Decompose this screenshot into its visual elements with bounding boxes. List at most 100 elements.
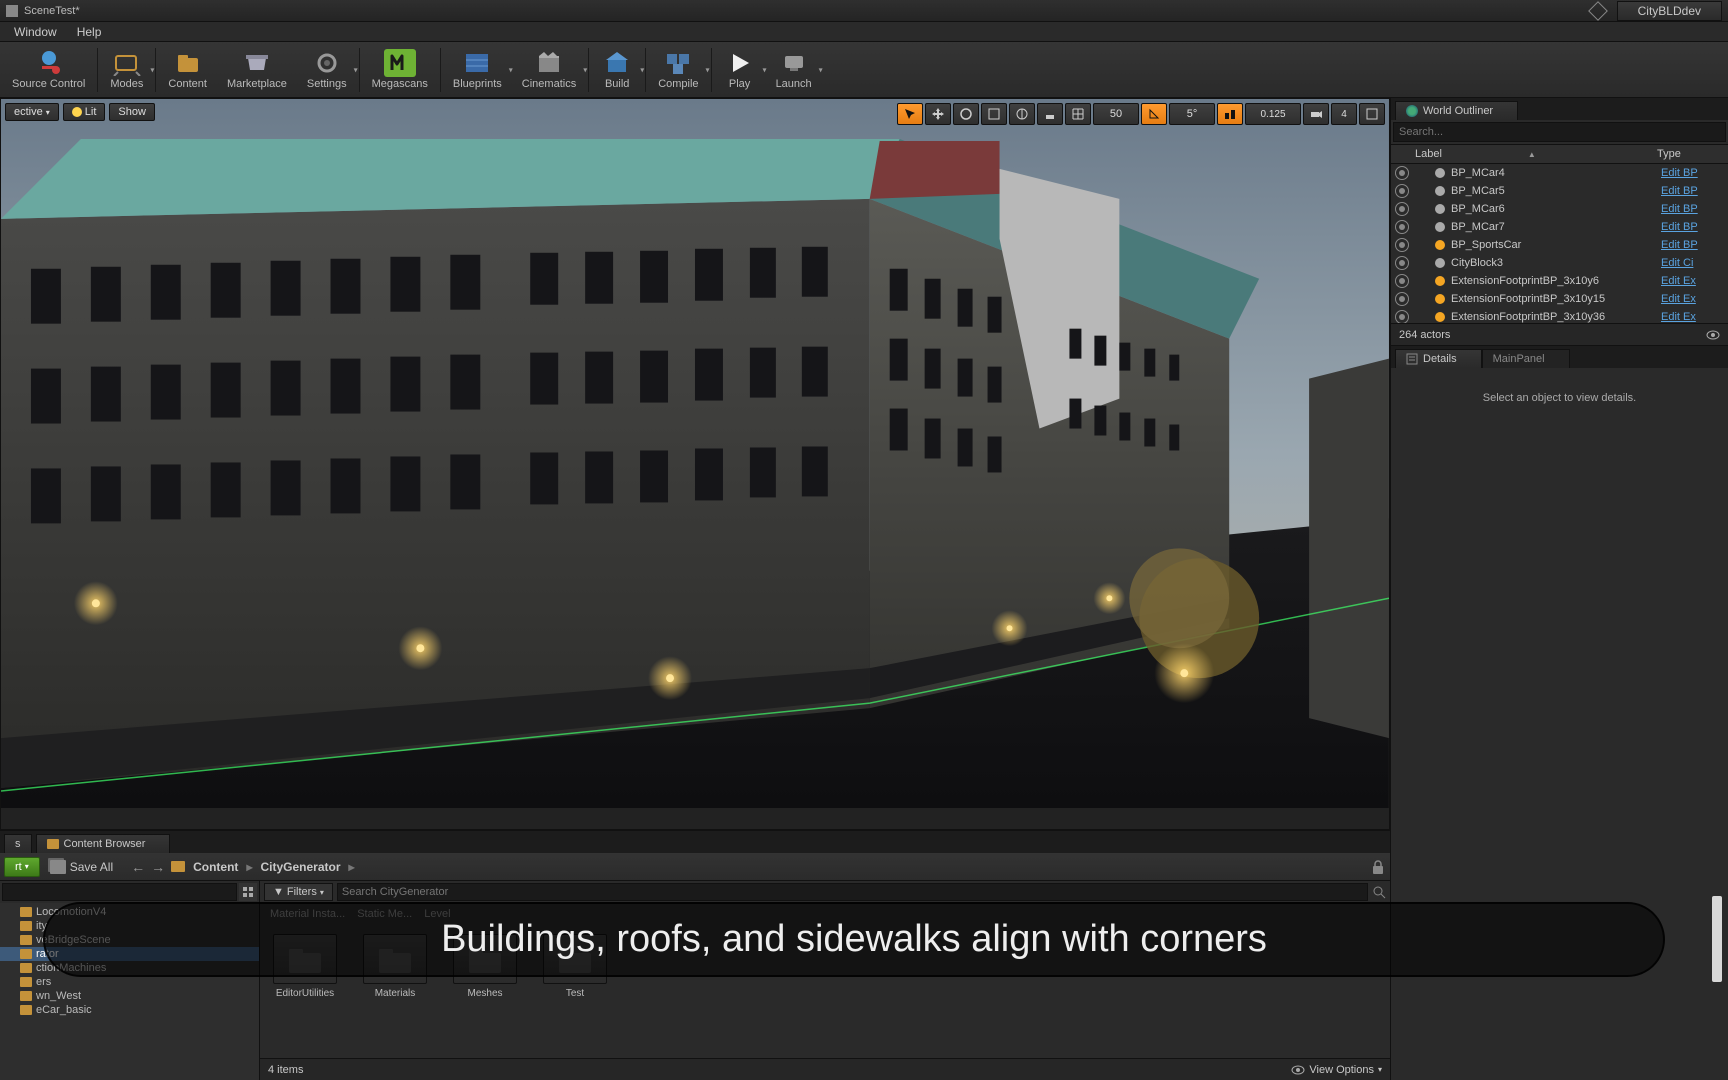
actor-label[interactable]: BP_MCar5: [1451, 185, 1661, 197]
visibility-icon[interactable]: [1395, 166, 1409, 180]
filters-button[interactable]: ▼ Filters ▾: [264, 883, 333, 901]
eye-icon[interactable]: [1706, 328, 1720, 342]
details-tab[interactable]: Details: [1395, 349, 1482, 368]
type-static-mesh[interactable]: Static Me...: [357, 908, 412, 920]
source-folder[interactable]: veBridgeScene: [0, 933, 259, 947]
outliner-search-input[interactable]: [1393, 122, 1726, 142]
type-material[interactable]: Material Insta...: [270, 908, 345, 920]
menu-window[interactable]: Window: [4, 23, 67, 41]
grid-snap-button[interactable]: [1065, 103, 1091, 125]
tb-content[interactable]: Content: [158, 44, 217, 96]
visibility-icon[interactable]: [1395, 274, 1409, 288]
view-options-button[interactable]: View Options ▾: [1291, 1063, 1382, 1077]
asset-folder[interactable]: Materials: [360, 934, 430, 999]
actor-type-link[interactable]: Edit BP: [1661, 221, 1698, 233]
transform-rotate-button[interactable]: [953, 103, 979, 125]
type-level[interactable]: Level: [424, 908, 450, 920]
sources-toggle-button[interactable]: [239, 883, 257, 901]
sources-tree[interactable]: LocomotionV4ityveBridgeSceneratorctionMa…: [0, 903, 259, 1080]
dropdown-arrow-icon[interactable]: ▾: [703, 65, 713, 74]
viewport-show-button[interactable]: Show: [109, 103, 155, 121]
dropdown-arrow-icon[interactable]: ▾: [580, 65, 590, 74]
cb-tab[interactable]: Content Browser: [36, 834, 171, 853]
assets-search-input[interactable]: [337, 883, 1368, 901]
menu-help[interactable]: Help: [67, 23, 112, 41]
viewport[interactable]: ective ▾ Lit Show 50 5° 0.125 4: [0, 98, 1390, 830]
viewport-maximize-button[interactable]: [1359, 103, 1385, 125]
actor-type-link[interactable]: Edit Ex: [1661, 275, 1696, 287]
source-folder[interactable]: rator: [0, 947, 259, 961]
source-folder[interactable]: wn_West: [0, 989, 259, 1003]
source-folder[interactable]: ers: [0, 975, 259, 989]
actor-label[interactable]: BP_MCar7: [1451, 221, 1661, 233]
tb-play[interactable]: Play▾: [714, 44, 766, 96]
nav-back-button[interactable]: ←: [129, 858, 147, 876]
dropdown-arrow-icon[interactable]: ▾: [637, 65, 647, 74]
visibility-icon[interactable]: [1395, 310, 1409, 324]
angle-snap-button[interactable]: [1141, 103, 1167, 125]
tb-settings[interactable]: Settings▾: [297, 44, 357, 96]
add-new-button[interactable]: rt ▾: [4, 857, 40, 877]
dropdown-arrow-icon[interactable]: ▾: [351, 65, 361, 74]
viewport-perspective-button[interactable]: ective ▾: [5, 103, 59, 121]
actor-type-link[interactable]: Edit Ex: [1661, 311, 1696, 323]
transform-move-button[interactable]: [925, 103, 951, 125]
transform-select-button[interactable]: [897, 103, 923, 125]
assets-grid[interactable]: EditorUtilities Materials Meshes Test: [260, 924, 1390, 1058]
asset-folder[interactable]: Meshes: [450, 934, 520, 999]
actor-label[interactable]: BP_MCar6: [1451, 203, 1661, 215]
visibility-icon[interactable]: [1395, 292, 1409, 306]
nav-forward-button[interactable]: →: [149, 858, 167, 876]
lock-icon[interactable]: [1370, 859, 1386, 875]
outliner-row[interactable]: ExtensionFootprintBP_3x10y36Edit Ex: [1391, 308, 1728, 324]
tb-megascans[interactable]: Megascans: [362, 44, 438, 96]
actor-label[interactable]: BP_MCar4: [1451, 167, 1661, 179]
outliner-row[interactable]: BP_MCar5Edit BP: [1391, 182, 1728, 200]
visibility-icon[interactable]: [1395, 256, 1409, 270]
transform-scale-button[interactable]: [981, 103, 1007, 125]
scale-snap-button[interactable]: [1217, 103, 1243, 125]
asset-folder[interactable]: Test: [540, 934, 610, 999]
tb-build[interactable]: Build▾: [591, 44, 643, 96]
outliner-row[interactable]: ExtensionFootprintBP_3x10y15Edit Ex: [1391, 290, 1728, 308]
outliner-row[interactable]: BP_MCar4Edit BP: [1391, 164, 1728, 182]
tb-blueprints[interactable]: Blueprints▾: [443, 44, 512, 96]
outliner-row[interactable]: ExtensionFootprintBP_3x10y6Edit Ex: [1391, 272, 1728, 290]
actor-label[interactable]: ExtensionFootprintBP_3x10y15: [1451, 293, 1661, 305]
mainpanel-tab[interactable]: MainPanel: [1482, 349, 1570, 368]
actor-type-link[interactable]: Edit Ci: [1661, 257, 1693, 269]
outliner-rows[interactable]: BP_MCar4Edit BPBP_MCar5Edit BPBP_MCar6Ed…: [1391, 164, 1728, 324]
save-all-button[interactable]: Save All: [44, 857, 119, 877]
source-control-indicator[interactable]: [1591, 4, 1605, 18]
coord-button[interactable]: [1009, 103, 1035, 125]
scale-size[interactable]: 0.125: [1245, 103, 1301, 125]
outliner-row[interactable]: BP_SportsCarEdit BP: [1391, 236, 1728, 254]
tb-compile[interactable]: Compile▾: [648, 44, 708, 96]
sources-search-input[interactable]: [2, 883, 237, 901]
outliner-row[interactable]: CityBlock3Edit Ci: [1391, 254, 1728, 272]
outliner-row[interactable]: BP_MCar6Edit BP: [1391, 200, 1728, 218]
grid-size[interactable]: 50: [1093, 103, 1139, 125]
dropdown-arrow-icon[interactable]: ▾: [816, 65, 826, 74]
actor-type-link[interactable]: Edit BP: [1661, 239, 1698, 251]
cb-tab-small[interactable]: s: [4, 834, 32, 853]
source-folder[interactable]: ity: [0, 919, 259, 933]
actor-label[interactable]: ExtensionFootprintBP_3x10y36: [1451, 311, 1661, 323]
outliner-row[interactable]: BP_MCar7Edit BP: [1391, 218, 1728, 236]
asset-folder[interactable]: EditorUtilities: [270, 934, 340, 999]
actor-label[interactable]: CityBlock3: [1451, 257, 1661, 269]
tb-cinematics[interactable]: Cinematics▾: [512, 44, 586, 96]
surface-snap-button[interactable]: [1037, 103, 1063, 125]
crumb-citygenerator[interactable]: CityGenerator: [254, 858, 346, 876]
source-folder[interactable]: eCar_basic: [0, 1003, 259, 1017]
dropdown-arrow-icon[interactable]: ▾: [147, 65, 157, 74]
world-outliner-tab[interactable]: World Outliner: [1395, 101, 1518, 120]
camera-speed-button[interactable]: [1303, 103, 1329, 125]
actor-type-link[interactable]: Edit BP: [1661, 203, 1698, 215]
visibility-icon[interactable]: [1395, 220, 1409, 234]
crumb-content[interactable]: Content: [187, 858, 244, 876]
visibility-icon[interactable]: [1395, 238, 1409, 252]
visibility-icon[interactable]: [1395, 202, 1409, 216]
project-name[interactable]: CityBLDdev: [1617, 1, 1722, 21]
visibility-icon[interactable]: [1395, 184, 1409, 198]
